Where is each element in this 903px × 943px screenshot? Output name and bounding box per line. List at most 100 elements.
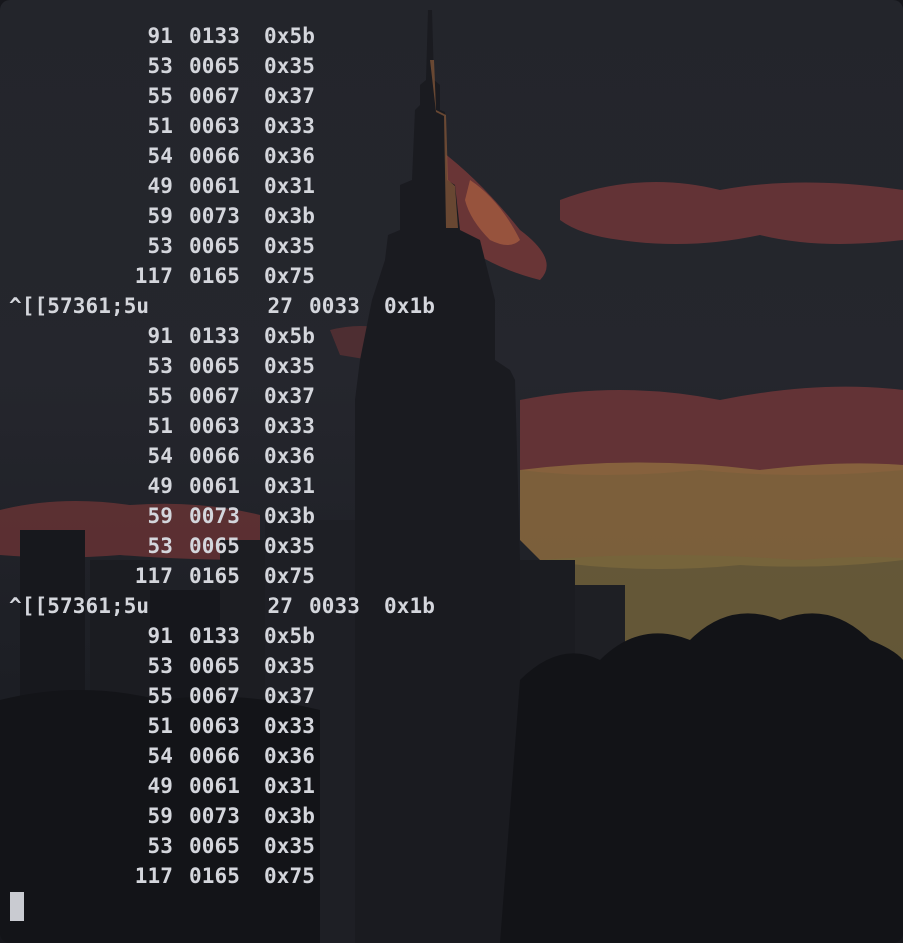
output-line: 59 0073 0x3b xyxy=(0,201,903,231)
hex-value: 0x1b xyxy=(384,594,435,618)
decimal-value: 54 xyxy=(147,144,173,168)
hex-value: 0x35 xyxy=(264,534,315,558)
octal-value: 0066 xyxy=(189,144,240,168)
hex-value: 0x75 xyxy=(264,864,315,888)
output-line: 53 0065 0x35 xyxy=(0,351,903,381)
decimal-value: 53 xyxy=(147,234,173,258)
hex-value: 0x36 xyxy=(264,144,315,168)
hex-value: 0x31 xyxy=(264,474,315,498)
decimal-value: 49 xyxy=(147,474,173,498)
output-line: 53 0065 0x35 xyxy=(0,651,903,681)
octal-value: 0061 xyxy=(189,474,240,498)
hex-value: 0x33 xyxy=(264,714,315,738)
hex-value: 0x3b xyxy=(264,204,315,228)
octal-value: 0067 xyxy=(189,84,240,108)
output-line: 55 0067 0x37 xyxy=(0,681,903,711)
output-line: 54 0066 0x36 xyxy=(0,141,903,171)
output-line: 53 0065 0x35 xyxy=(0,531,903,561)
decimal-value: 59 xyxy=(147,204,173,228)
output-line: 91 0133 0x5b xyxy=(0,621,903,651)
decimal-value: 53 xyxy=(147,354,173,378)
octal-value: 0133 xyxy=(189,24,240,48)
octal-value: 0063 xyxy=(189,414,240,438)
octal-value: 0066 xyxy=(189,744,240,768)
decimal-value: 91 xyxy=(147,324,173,348)
octal-value: 0065 xyxy=(189,534,240,558)
decimal-value: 59 xyxy=(147,504,173,528)
output-line: 54 0066 0x36 xyxy=(0,441,903,471)
output-line: 55 0067 0x37 xyxy=(0,381,903,411)
hex-value: 0x31 xyxy=(264,774,315,798)
hex-value: 0x75 xyxy=(264,564,315,588)
hex-value: 0x31 xyxy=(264,174,315,198)
hex-value: 0x36 xyxy=(264,444,315,468)
hex-value: 0x3b xyxy=(264,804,315,828)
escape-sequence-text: ^[[57361;5u xyxy=(9,594,150,618)
octal-value: 0065 xyxy=(189,834,240,858)
decimal-value: 53 xyxy=(147,54,173,78)
hex-value: 0x75 xyxy=(264,264,315,288)
output-line: 55 0067 0x37 xyxy=(0,81,903,111)
hex-value: 0x36 xyxy=(264,744,315,768)
decimal-value: 54 xyxy=(147,744,173,768)
hex-value: 0x5b xyxy=(264,24,315,48)
hex-value: 0x35 xyxy=(264,54,315,78)
hex-value: 0x3b xyxy=(264,504,315,528)
decimal-value: 91 xyxy=(147,24,173,48)
output-line: 49 0061 0x31 xyxy=(0,171,903,201)
terminal-window[interactable]: 91 0133 0x5b 53 0065 0x35 55 0067 0x37 51 0063 0x33… xyxy=(0,0,903,943)
output-line: 59 0073 0x3b xyxy=(0,801,903,831)
hex-value: 0x35 xyxy=(264,354,315,378)
output-line: 51 0063 0x33 xyxy=(0,411,903,441)
decimal-value: 53 xyxy=(147,834,173,858)
output-line: 59 0073 0x3b xyxy=(0,501,903,531)
hex-value: 0x33 xyxy=(264,414,315,438)
octal-value: 0165 xyxy=(189,564,240,588)
octal-value: 0073 xyxy=(189,204,240,228)
output-line: 51 0063 0x33 xyxy=(0,111,903,141)
octal-value: 0063 xyxy=(189,114,240,138)
octal-value: 0073 xyxy=(189,804,240,828)
output-line: 91 0133 0x5b xyxy=(0,321,903,351)
decimal-value: 51 xyxy=(147,414,173,438)
octal-value: 0165 xyxy=(189,264,240,288)
octal-value: 0067 xyxy=(189,684,240,708)
octal-value: 0067 xyxy=(189,384,240,408)
output-line: 117 0165 0x75 xyxy=(0,261,903,291)
prompt-line[interactable] xyxy=(10,892,24,921)
octal-value: 0065 xyxy=(189,54,240,78)
decimal-value: 53 xyxy=(147,534,173,558)
octal-value: 0061 xyxy=(189,774,240,798)
octal-value: 0133 xyxy=(189,624,240,648)
decimal-value: 59 xyxy=(147,804,173,828)
output-line: 51 0063 0x33 xyxy=(0,711,903,741)
output-line: 54 0066 0x36 xyxy=(0,741,903,771)
decimal-value: 117 xyxy=(134,264,173,288)
output-line: 49 0061 0x31 xyxy=(0,771,903,801)
octal-value: 0065 xyxy=(189,654,240,678)
decimal-value: 91 xyxy=(147,624,173,648)
hex-value: 0x1b xyxy=(384,294,435,318)
output-line: 53 0065 0x35 xyxy=(0,231,903,261)
octal-value: 0065 xyxy=(189,354,240,378)
octal-value: 0165 xyxy=(189,864,240,888)
decimal-value: 27 xyxy=(267,294,293,318)
octal-value: 0133 xyxy=(189,324,240,348)
octal-value: 0063 xyxy=(189,714,240,738)
output-line: 117 0165 0x75 xyxy=(0,861,903,891)
hex-value: 0x35 xyxy=(264,234,315,258)
decimal-value: 54 xyxy=(147,444,173,468)
hex-value: 0x37 xyxy=(264,384,315,408)
decimal-value: 49 xyxy=(147,174,173,198)
hex-value: 0x35 xyxy=(264,654,315,678)
decimal-value: 51 xyxy=(147,714,173,738)
hex-value: 0x37 xyxy=(264,84,315,108)
output-line: 53 0065 0x35 xyxy=(0,831,903,861)
decimal-value: 55 xyxy=(147,84,173,108)
output-line: 53 0065 0x35 xyxy=(0,51,903,81)
octal-value: 0033 xyxy=(309,294,360,318)
decimal-value: 117 xyxy=(134,564,173,588)
hex-value: 0x5b xyxy=(264,624,315,648)
output-line: 49 0061 0x31 xyxy=(0,471,903,501)
output-line: 117 0165 0x75 xyxy=(0,561,903,591)
